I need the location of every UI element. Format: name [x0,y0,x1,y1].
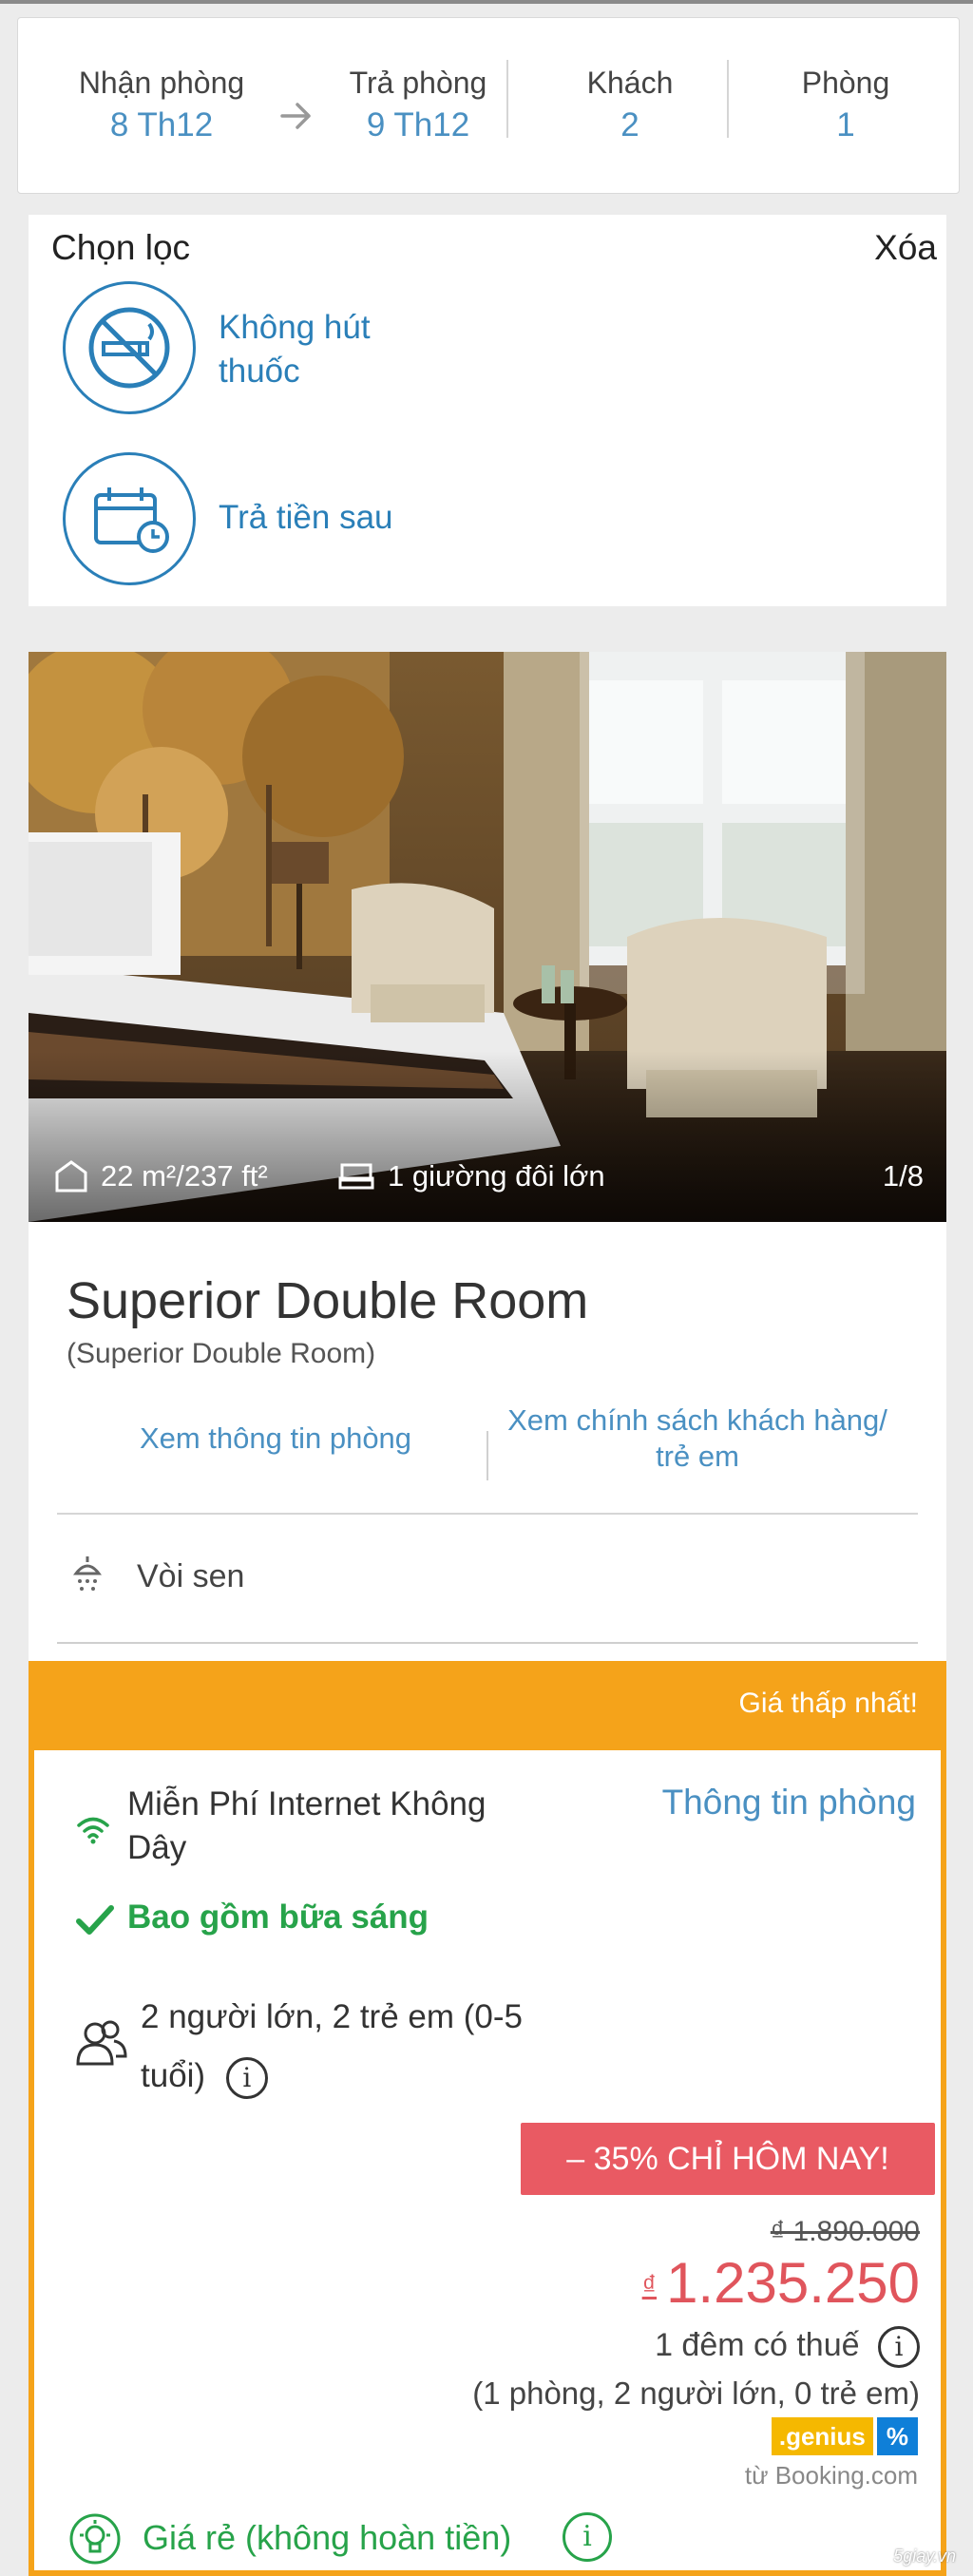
guests-line: 2 người lớn, 2 trẻ em (0-5 [141,1998,523,2035]
no-smoking-icon[interactable] [63,281,196,414]
guests-line2: tuổi) i [141,2047,635,2106]
original-price: ₫ 1.890.000 [770,2216,920,2247]
filter-label: Trả tiền sau [219,499,393,536]
wifi-icon [76,1815,110,1850]
guests-value: 2 [620,106,639,143]
view-child-policy-link[interactable]: Xem chính sách khách hàng/ trẻ em [488,1402,906,1475]
arrow-right-icon [280,102,313,135]
genius-badge: .genius % [771,2417,918,2455]
divider [727,60,729,138]
filter-panel: Chọn lọc Xóa Không hút thuốc Trả tiền sa… [29,215,946,606]
non-refundable-rate: Giá rẻ (không hoàn tiền) [143,2518,512,2557]
guests-capacity: 2 người lớn, 2 trẻ em (0-5 tuổi) i [141,1988,635,2106]
checkin-label: Nhận phòng [78,66,245,100]
shower-icon [70,1555,105,1601]
room-size-icon [53,1159,89,1201]
room-photo[interactable] [29,652,946,1222]
room-info-link[interactable]: Thông tin phòng [662,1783,916,1822]
filter-title: Chọn lọc [51,228,191,267]
breakfast-included: Bao gồm bữa sáng [127,1899,429,1936]
room-size: 22 m²/237 ft² [101,1159,268,1193]
bed-type: 1 giường đôi lớn [388,1159,605,1193]
room-subtitle: (Superior Double Room) [67,1338,376,1369]
photo-counter: 1/8 [882,1159,924,1193]
genius-label: .genius [771,2417,873,2455]
search-summary[interactable]: Nhận phòng 8 Th12 Trả phòng 9 Th12 Khách… [17,17,960,194]
guests-field[interactable]: Khách 2 [527,66,733,144]
check-icon [76,1904,114,1941]
rooms-field[interactable]: Phòng 1 [746,66,945,144]
price-per-night: 1 đêm có thuế i [655,2326,920,2368]
lowest-price-banner: Giá thấp nhất! [29,1661,946,1750]
filter-pay-later[interactable]: Trả tiền sau [219,496,393,540]
bed-icon [338,1159,374,1201]
info-icon[interactable]: i [878,2326,920,2368]
banner-label: Giá thấp nhất! [738,1688,918,1719]
status-bar-edge [0,0,973,4]
clear-filters-button[interactable]: Xóa [874,228,937,268]
per-night-label: 1 đêm có thuế [655,2326,860,2363]
watermark: 5giay.vn [893,2547,956,2566]
wifi-line: Dây [127,1829,187,1866]
info-icon[interactable]: i [563,2512,612,2562]
price-value: 1.235.250 [666,2251,920,2315]
filter-no-smoking[interactable]: Không hút thuốc [219,306,371,393]
calendar-clock-icon[interactable] [63,452,196,585]
amenity-shower: Vòi sen [137,1558,245,1594]
discount-badge: – 35% CHỈ HÔM NAY! [521,2123,935,2195]
rooms-value: 1 [836,106,855,143]
checkin-field[interactable]: Nhận phòng 8 Th12 [52,66,271,144]
divider [57,1513,918,1515]
current-price: ₫ 1.235.250 [642,2250,920,2316]
free-wifi: Miễn Phí Internet Không Dây [127,1783,564,1870]
rate-offer: Giá thấp nhất! Miễn Phí Internet Không D… [29,1661,946,2576]
filter-label: thuốc [219,353,300,390]
price-source: từ Booking.com [744,2461,918,2490]
checkout-label: Trả phòng [349,66,487,100]
room-card: 22 m²/237 ft² 1 giường đôi lớn 1/8 Super… [29,652,946,2576]
checkin-value: 8 Th12 [109,106,214,143]
link-line: Xem chính sách khách hàng/ [507,1403,887,1437]
guests-line: tuổi) [141,2057,206,2094]
guests-icon [74,2018,127,2072]
view-room-info-link[interactable]: Xem thông tin phòng [67,1422,485,1456]
currency-symbol: ₫ [641,2270,658,2301]
filter-label: Không hút [219,309,371,346]
lightbulb-icon [68,2512,122,2570]
checkout-value: 9 Th12 [366,106,470,143]
rooms-label: Phòng [801,66,890,100]
divider [506,60,508,138]
info-icon[interactable]: i [225,2056,268,2099]
room-name: Superior Double Room [67,1272,589,1329]
guests-label: Khách [586,66,674,100]
link-line: trẻ em [656,1440,739,1473]
occupancy-summary: (1 phòng, 2 người lớn, 0 trẻ em) [472,2376,920,2411]
wifi-line: Miễn Phí Internet Không [127,1785,486,1822]
divider [57,1642,918,1644]
checkout-field[interactable]: Trả phòng 9 Th12 [318,66,518,144]
genius-percent: % [876,2417,918,2455]
